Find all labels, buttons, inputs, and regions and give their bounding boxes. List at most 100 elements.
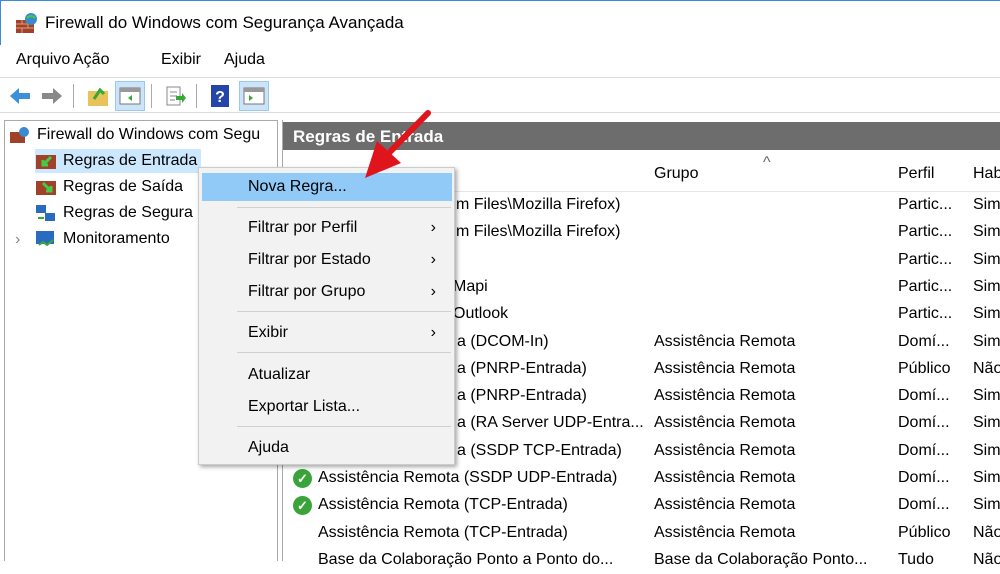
rule-profile: Partic... bbox=[898, 196, 953, 213]
inbound-rules-icon bbox=[36, 155, 56, 169]
menu-item-atualizar[interactable]: Atualizar bbox=[202, 361, 452, 389]
rule-profile: Domí... bbox=[898, 469, 950, 486]
table-row[interactable]: Base da Colaboração Ponto a Ponto do... B… bbox=[283, 547, 1000, 574]
menu-item-filtrar-estado[interactable]: Filtrar por Estado › bbox=[202, 246, 452, 274]
rule-enabled: Não bbox=[973, 523, 1000, 541]
tree-item-label: Regras de Entrada bbox=[63, 152, 198, 169]
column-grupo[interactable]: Grupo bbox=[654, 165, 698, 183]
rule-enabled: Sim bbox=[973, 250, 1000, 268]
table-row[interactable]: ✓ Assistência Remota (TCP-Entrada) Assistê… bbox=[283, 492, 1000, 519]
show-hide-tree-icon[interactable] bbox=[115, 81, 145, 111]
expand-chevron-icon[interactable]: › bbox=[15, 231, 20, 249]
menu-exibir[interactable]: Exibir bbox=[161, 51, 201, 69]
title-bar: Firewall do Windows com Segurança Avança… bbox=[0, 0, 1000, 45]
menu-item-label: Atualizar bbox=[248, 366, 311, 383]
rule-profile: Público bbox=[898, 359, 951, 377]
tree-item-label: Regras de Segura bbox=[63, 204, 193, 221]
menu-item-exibir[interactable]: Exibir › bbox=[202, 319, 452, 347]
rule-group: Assistência Remota bbox=[654, 496, 796, 514]
rule-group: Assistência Remota bbox=[654, 523, 796, 541]
window-title: Firewall do Windows com Segurança Avança… bbox=[45, 13, 404, 32]
rule-profile: Partic... bbox=[898, 223, 953, 241]
rule-name: Mapi bbox=[453, 277, 488, 295]
menu-ajuda[interactable]: Ajuda bbox=[224, 51, 265, 69]
rule-enabled: Sim bbox=[973, 414, 1000, 432]
outbound-rules-icon bbox=[36, 181, 56, 195]
rule-name: Outlook bbox=[453, 305, 509, 323]
rule-profile: Partic... bbox=[898, 250, 953, 268]
rule-enabled: Não bbox=[973, 550, 1000, 568]
rule-enabled: Não bbox=[973, 359, 1000, 377]
submenu-arrow-icon: › bbox=[430, 251, 436, 268]
rule-group: Assistência Remota bbox=[654, 414, 796, 432]
context-menu: Nova Regra... Filtrar por Perfil › Filtra… bbox=[198, 167, 455, 465]
rule-profile: Domí... bbox=[898, 387, 950, 405]
submenu-arrow-icon: › bbox=[430, 219, 436, 236]
rule-profile: Domí... bbox=[898, 441, 950, 459]
up-folder-icon[interactable] bbox=[83, 81, 113, 111]
rule-profile: Domí... bbox=[898, 332, 950, 350]
menu-item-exportar-lista[interactable]: Exportar Lista... bbox=[202, 393, 452, 421]
rule-profile: Tudo bbox=[898, 550, 934, 568]
menu-item-label: Filtrar por Grupo bbox=[248, 283, 366, 300]
rule-enabled: Sim bbox=[973, 196, 1000, 213]
rule-group: Assistência Remota bbox=[654, 441, 796, 459]
rule-group: Base da Colaboração Ponto... bbox=[654, 550, 868, 568]
menu-item-label: Exportar Lista... bbox=[248, 398, 361, 415]
red-arrow-annotation bbox=[365, 110, 431, 178]
tree-root-label: Firewall do Windows com Segu bbox=[37, 126, 261, 143]
column-perfil[interactable]: Perfil bbox=[898, 165, 934, 183]
sort-ascending-icon: ^ bbox=[763, 154, 771, 171]
column-habilitado[interactable]: Hab bbox=[973, 165, 1000, 183]
tree-item-monitoramento[interactable]: Monitoramento bbox=[35, 227, 170, 251]
rule-enabled: Sim bbox=[973, 469, 1000, 486]
menu-item-label: Ajuda bbox=[248, 439, 289, 456]
tree-item-regras-entrada[interactable]: Regras de Entrada bbox=[35, 149, 202, 173]
tree-root[interactable]: Firewall do Windows com Segu bbox=[9, 123, 260, 147]
menu-item-label: Filtrar por Perfil bbox=[248, 219, 358, 236]
connection-security-icon bbox=[36, 205, 55, 221]
menu-item-label: Exibir bbox=[248, 324, 289, 341]
rule-name: Assistência Remota (TCP-Entrada) bbox=[318, 523, 568, 541]
rule-enabled: Sim bbox=[973, 496, 1000, 514]
rule-enabled: Sim bbox=[973, 305, 1000, 323]
table-row[interactable]: ✓ Assistência Remota (SSDP UDP-Entrada) As… bbox=[283, 465, 1000, 492]
submenu-arrow-icon: › bbox=[430, 283, 436, 300]
rule-profile: Público bbox=[898, 523, 951, 541]
tree-item-label: Monitoramento bbox=[63, 230, 170, 247]
help-icon[interactable]: ? bbox=[205, 81, 235, 111]
tree-item-regras-saida[interactable]: Regras de Saída bbox=[35, 175, 183, 199]
svg-text:?: ? bbox=[215, 89, 225, 106]
back-icon[interactable] bbox=[5, 81, 35, 111]
rule-name: a (RA Server UDP-Entra... bbox=[457, 414, 644, 432]
rule-enabled: Sim bbox=[973, 277, 1000, 295]
rule-group: Assistência Remota bbox=[654, 469, 796, 486]
toolbar: ? bbox=[0, 77, 1000, 113]
enabled-check-icon: ✓ bbox=[293, 469, 312, 488]
menu-item-ajuda[interactable]: Ajuda bbox=[202, 434, 452, 462]
menu-item-label: Filtrar por Estado bbox=[248, 251, 371, 268]
show-hide-action-pane-icon[interactable] bbox=[239, 81, 269, 111]
menu-item-filtrar-perfil[interactable]: Filtrar por Perfil › bbox=[202, 214, 452, 242]
rule-profile: Domí... bbox=[898, 414, 950, 432]
submenu-arrow-icon: › bbox=[430, 324, 436, 341]
rule-name: a (SSDP TCP-Entrada) bbox=[457, 441, 622, 459]
menu-acao[interactable]: Ação bbox=[73, 51, 109, 69]
menu-bar: Arquivo Ação Exibir Ajuda bbox=[0, 45, 1000, 75]
table-row[interactable]: Assistência Remota (TCP-Entrada) Assistên… bbox=[283, 520, 1000, 547]
rule-group: Assistência Remota bbox=[654, 332, 796, 350]
menu-item-filtrar-grupo[interactable]: Filtrar por Grupo › bbox=[202, 278, 452, 306]
rule-profile: Partic... bbox=[898, 305, 953, 323]
rule-enabled: Sim bbox=[973, 441, 1000, 459]
rule-profile: Domí... bbox=[898, 496, 950, 514]
export-icon[interactable] bbox=[160, 81, 190, 111]
tree-item-label: Regras de Saída bbox=[63, 178, 184, 195]
rule-name: Assistência Remota (SSDP UDP-Entrada) bbox=[318, 469, 618, 486]
tree-item-regras-seguranca[interactable]: Regras de Segura bbox=[35, 201, 193, 225]
rule-name: a (DCOM-In) bbox=[457, 332, 549, 350]
rule-name: Assistência Remota (TCP-Entrada) bbox=[318, 496, 568, 514]
rule-profile: Partic... bbox=[898, 277, 953, 295]
menu-arquivo[interactable]: Arquivo bbox=[16, 51, 70, 69]
rule-name: Base da Colaboração Ponto a Ponto do... bbox=[318, 550, 614, 568]
forward-icon[interactable] bbox=[37, 81, 67, 111]
